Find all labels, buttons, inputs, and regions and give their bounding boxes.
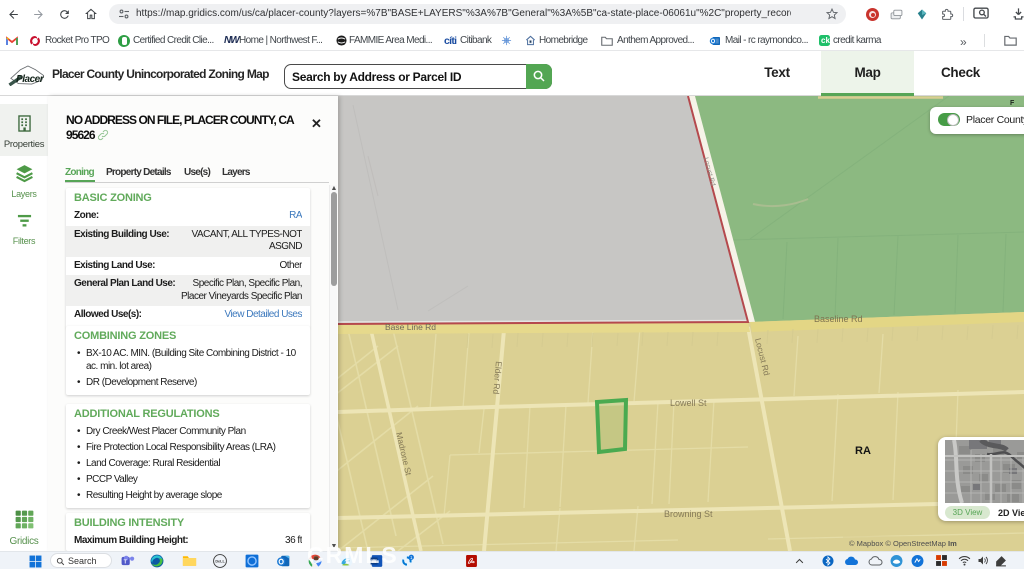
svg-text:Placer: Placer — [16, 74, 45, 85]
svg-text:Base Line Rd: Base Line Rd — [385, 322, 436, 332]
svg-text:Lowell St: Lowell St — [670, 398, 707, 408]
svg-text:Baseline Rd: Baseline Rd — [814, 314, 863, 324]
svg-text:© Mapbox © OpenStreetMap Im: © Mapbox © OpenStreetMap Im — [849, 539, 957, 548]
svg-text:F: F — [1010, 100, 1015, 107]
svg-text:Browning St: Browning St — [664, 509, 713, 519]
svg-text:RA: RA — [855, 445, 871, 457]
svg-text:DeLL: DeLL — [215, 559, 225, 563]
